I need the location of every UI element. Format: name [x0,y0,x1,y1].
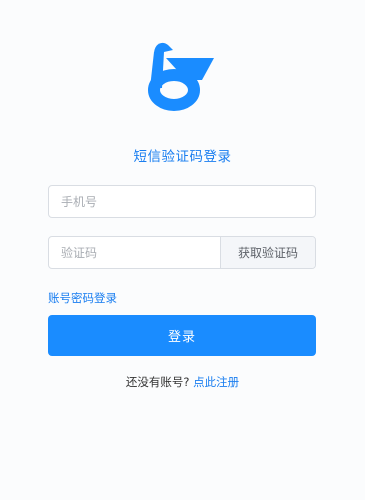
register-link[interactable]: 点此注册 [193,375,239,389]
verification-code-input[interactable] [49,237,220,268]
register-prompt: 还没有账号? 点此注册 [0,374,365,390]
phone-input[interactable] [48,185,316,218]
get-verification-code-button[interactable]: 获取验证码 [220,237,315,268]
login-button[interactable]: 登录 [48,315,316,356]
page-heading: 短信验证码登录 [133,149,232,165]
verification-code-group: 获取验证码 [48,236,316,269]
bird-logo-icon [148,42,214,111]
password-login-link[interactable]: 账号密码登录 [48,290,117,306]
no-account-text: 还没有账号? [125,375,190,389]
